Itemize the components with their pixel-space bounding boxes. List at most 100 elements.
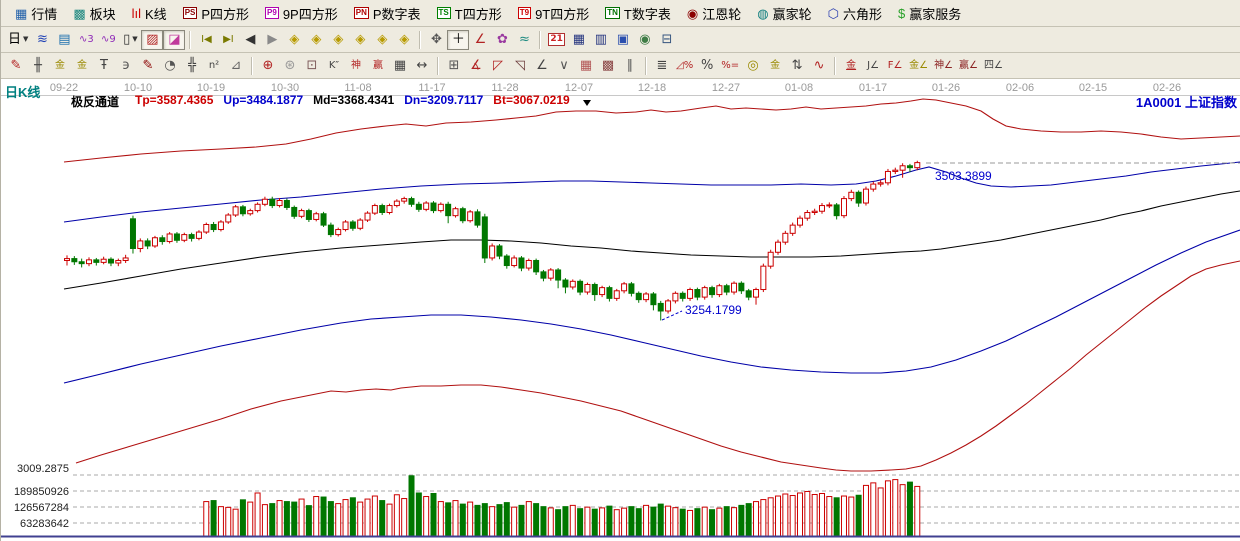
kline-chart[interactable]: 09-2210-1010-1910-3011-0811-1711-2812-07… bbox=[1, 79, 1240, 540]
menu-quotes[interactable]: ▦行情 bbox=[7, 2, 65, 25]
percent-lines-button[interactable]: %= bbox=[718, 56, 742, 76]
volume-bar bbox=[497, 505, 502, 536]
gold-angle-main-button[interactable]: 金 bbox=[840, 56, 862, 76]
spiral-grid-button[interactable]: ϶ bbox=[115, 56, 137, 76]
dense-grid-button[interactable]: ╬ bbox=[181, 56, 203, 76]
wave-9-button[interactable]: ∿9 bbox=[97, 30, 119, 50]
gold-grid-2-button[interactable]: 金 bbox=[71, 56, 93, 76]
gold-grid-button[interactable]: 金 bbox=[49, 56, 71, 76]
save-button[interactable]: ▣ bbox=[612, 30, 634, 50]
notebook-button[interactable]: ▥ bbox=[590, 30, 612, 50]
gold-angle-button[interactable]: 金∠ bbox=[906, 56, 931, 76]
diamond-compress-icon: ◈ bbox=[355, 33, 365, 46]
gann-target-button[interactable]: ⊕ bbox=[257, 56, 279, 76]
menu-kline[interactable]: lılK线 bbox=[124, 2, 175, 25]
prev-bar-button[interactable]: ◀ bbox=[239, 30, 261, 50]
diamond-expand-all-button[interactable]: ◈ bbox=[371, 30, 393, 50]
grid-3-button[interactable]: ╫ bbox=[27, 56, 49, 76]
info-clipboard-button[interactable]: ▤ bbox=[53, 30, 75, 50]
gann-box-button[interactable]: ⊞ bbox=[443, 56, 465, 76]
zigzag-button[interactable]: ∨ bbox=[553, 56, 575, 76]
calculator-button[interactable]: ▦ bbox=[568, 30, 590, 50]
diamond-expand-h-button[interactable]: ◈ bbox=[327, 30, 349, 50]
gold-circle-button[interactable]: ◎ bbox=[742, 56, 764, 76]
levels-button[interactable]: ≣ bbox=[651, 56, 673, 76]
volume-bar bbox=[292, 502, 297, 536]
percent-slope-button[interactable]: ◿% bbox=[673, 56, 696, 76]
red-pattern-icon: ▨ bbox=[146, 33, 158, 46]
first-page-button[interactable]: Ι◀ bbox=[195, 30, 217, 50]
diamond-reset-button[interactable]: ◈ bbox=[393, 30, 415, 50]
flag-button[interactable]: ⊿ bbox=[225, 56, 247, 76]
menu-t-table-label: T数字表 bbox=[624, 4, 671, 23]
diamond-compress-button[interactable]: ◈ bbox=[349, 30, 371, 50]
candle-style-dropdown[interactable]: ▯▼ bbox=[119, 30, 141, 50]
wave-3-button[interactable]: ∿3 bbox=[75, 30, 97, 50]
menu-t-table[interactable]: TNT数字表 bbox=[597, 2, 679, 25]
flower-tool-button[interactable]: ✿ bbox=[491, 30, 513, 50]
period-day-dropdown[interactable]: 日▼ bbox=[5, 30, 31, 50]
calendar-button[interactable]: 21 bbox=[545, 30, 568, 50]
pan-hand-button[interactable]: ✥ bbox=[425, 30, 447, 50]
shen-angle-button[interactable]: 神∠ bbox=[931, 56, 956, 76]
menu-9t-square[interactable]: T99T四方形 bbox=[510, 2, 598, 25]
fan-square-button[interactable]: ◹ bbox=[509, 56, 531, 76]
angle-lines-button[interactable]: ∠ bbox=[531, 56, 553, 76]
red-grid-button[interactable]: ▦ bbox=[575, 56, 597, 76]
menu-hexagon[interactable]: ⬡六角形 bbox=[820, 2, 890, 25]
volume-bar bbox=[519, 505, 524, 536]
candle-body bbox=[636, 293, 641, 299]
n2-grid-button[interactable]: n² bbox=[203, 56, 225, 76]
menu-t-square[interactable]: TST四方形 bbox=[429, 2, 510, 25]
diamond-shift-right-button[interactable]: ◈ bbox=[305, 30, 327, 50]
color-volume-icon: ◪ bbox=[168, 33, 180, 46]
shen-grid-button[interactable]: 神 bbox=[345, 56, 367, 76]
red-pattern-button[interactable]: ▨ bbox=[141, 30, 163, 50]
ying-grid-button[interactable]: 赢 bbox=[367, 56, 389, 76]
candle-body bbox=[145, 241, 150, 246]
next-bar-button[interactable]: ▶ bbox=[261, 30, 283, 50]
color-volume-button[interactable]: ◪ bbox=[163, 30, 185, 50]
ying-angle-button[interactable]: 赢∠ bbox=[956, 56, 981, 76]
menu-winner-service[interactable]: $赢家服务 bbox=[890, 2, 969, 25]
diamond-shift-left-button[interactable]: ◈ bbox=[283, 30, 305, 50]
menu-winner-service-label: 赢家服务 bbox=[909, 4, 961, 23]
fan-lines-button[interactable]: ∡ bbox=[465, 56, 487, 76]
seal-button[interactable]: ◉ bbox=[634, 30, 656, 50]
fan-box-button[interactable]: ◸ bbox=[487, 56, 509, 76]
last-page-button[interactable]: ▶Ι bbox=[217, 30, 239, 50]
crosshair-button[interactable]: ＋ bbox=[447, 30, 469, 50]
percent-lines-icon: %= bbox=[721, 59, 739, 72]
menu-9p-square[interactable]: P99P四方形 bbox=[257, 2, 346, 25]
star-target-button[interactable]: ⊛ bbox=[279, 56, 301, 76]
dropdown-arrow-icon: ▼ bbox=[132, 33, 137, 46]
j-angle-button[interactable]: J∠ bbox=[862, 56, 884, 76]
red-pen-button[interactable]: ✎ bbox=[137, 56, 159, 76]
price-pen-button[interactable]: ⇅ bbox=[786, 56, 808, 76]
si-angle-button[interactable]: 四∠ bbox=[981, 56, 1006, 76]
f-angle-button[interactable]: F∠ bbox=[884, 56, 906, 76]
volume-bar bbox=[739, 505, 744, 536]
width-measure-button[interactable]: ↔ bbox=[411, 56, 433, 76]
brush-button[interactable]: ✎ bbox=[5, 56, 27, 76]
compass-button[interactable]: ◔ bbox=[159, 56, 181, 76]
grid-123-button[interactable]: ▦ bbox=[389, 56, 411, 76]
spiral-tool-button[interactable]: ≈ bbox=[513, 30, 535, 50]
wave-lines-button[interactable]: ∿ bbox=[808, 56, 830, 76]
k-prime-button[interactable]: K″ bbox=[323, 56, 345, 76]
red-grid-box-button[interactable]: ▩ bbox=[597, 56, 619, 76]
boxed-target-button[interactable]: ⊡ bbox=[301, 56, 323, 76]
angle-measure-button[interactable]: ∠ bbox=[469, 30, 491, 50]
market-map-button[interactable]: ≋ bbox=[31, 30, 53, 50]
candle-body bbox=[409, 199, 414, 205]
menu-p-table[interactable]: PNP数字表 bbox=[346, 2, 429, 25]
f-grid-button[interactable]: Ŧ bbox=[93, 56, 115, 76]
menu-sectors[interactable]: ▩板块 bbox=[65, 2, 123, 25]
gold-lines-button[interactable]: 金 bbox=[764, 56, 786, 76]
percent-button[interactable]: % bbox=[696, 56, 718, 76]
menu-gann-wheel[interactable]: ◉江恩轮 bbox=[679, 2, 749, 25]
menu-winner-wheel[interactable]: ◍赢家轮 bbox=[749, 2, 819, 25]
menu-p-square[interactable]: PSP四方形 bbox=[175, 2, 257, 25]
print-button[interactable]: ⊟ bbox=[656, 30, 678, 50]
parallel-lines-button[interactable]: ∥ bbox=[619, 56, 641, 76]
